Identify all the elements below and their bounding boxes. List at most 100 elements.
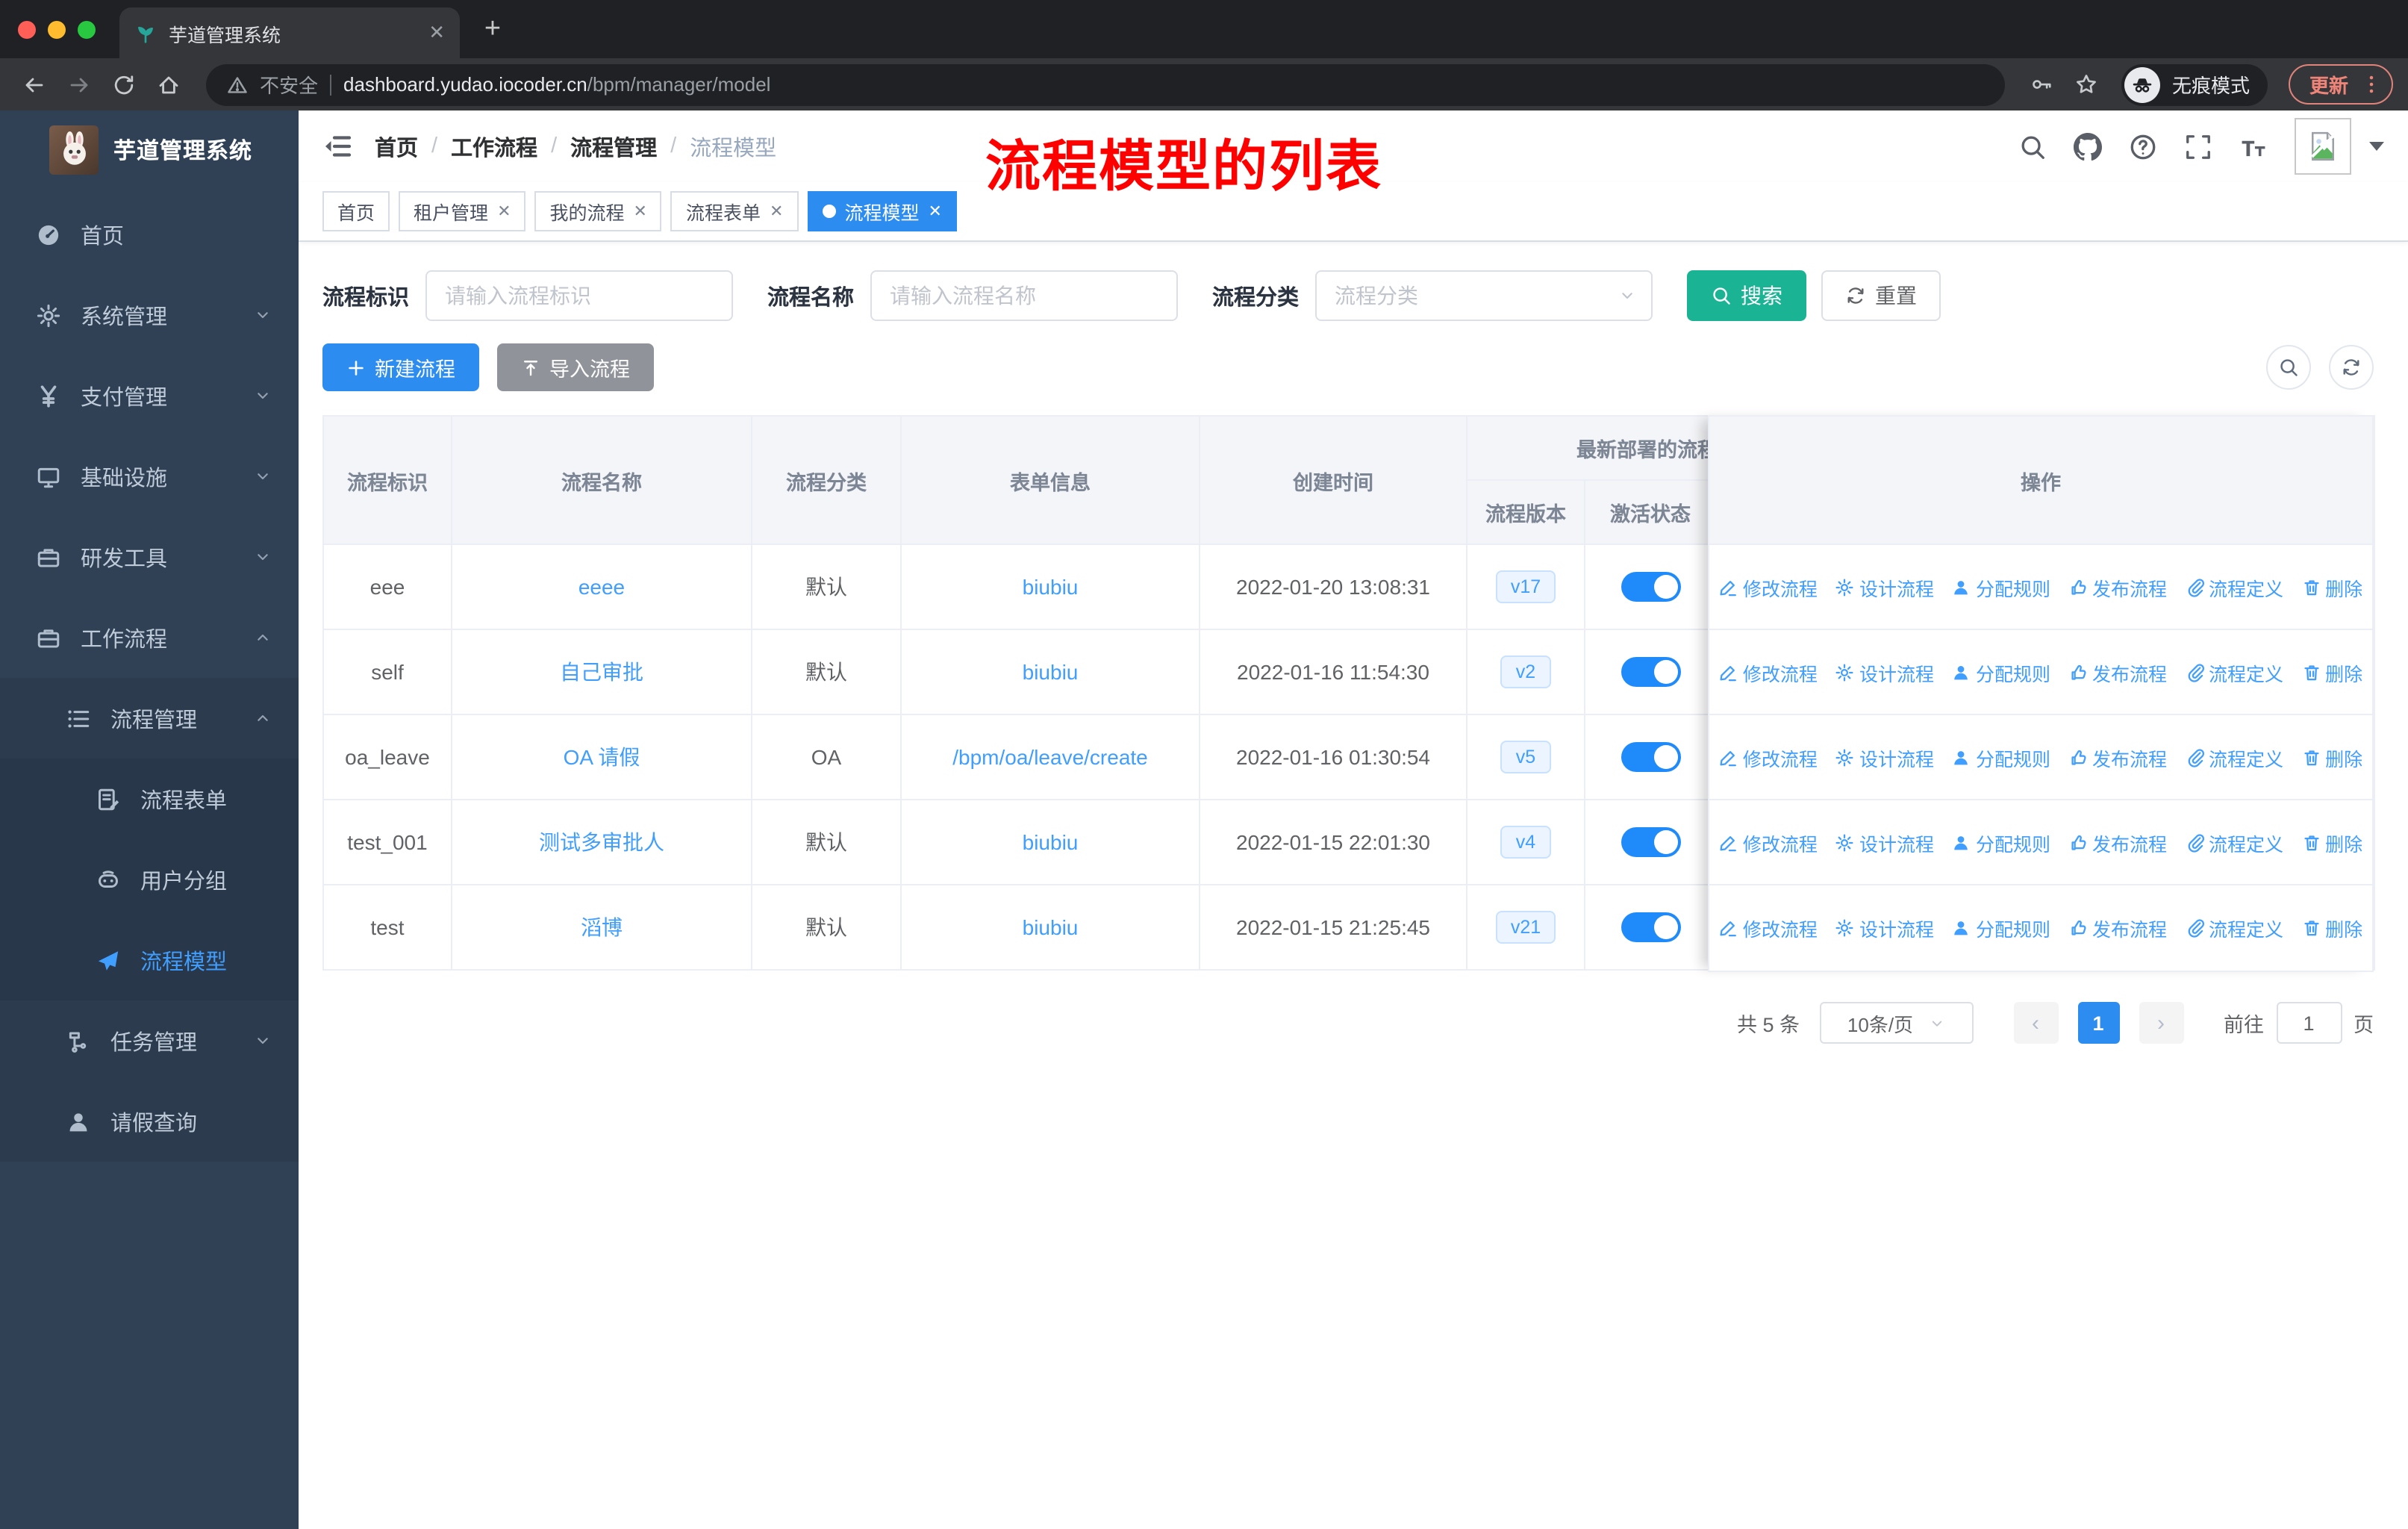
design-process-button[interactable]: 设计流程 <box>1835 658 1934 686</box>
design-process-button[interactable]: 设计流程 <box>1835 914 1934 942</box>
process-name-link[interactable]: 自己审批 <box>560 660 643 684</box>
sidebar-item-user-group[interactable]: 用户分组 <box>0 839 299 920</box>
form-info-link[interactable]: biubiu <box>1023 575 1079 599</box>
forward-icon[interactable] <box>60 65 99 104</box>
assign-rule-button[interactable]: 分配规则 <box>1952 828 2050 856</box>
sidebar-item-leave-query[interactable]: 请假查询 <box>0 1081 299 1162</box>
process-name-link[interactable]: 测试多审批人 <box>539 830 664 854</box>
toggle-search-button[interactable] <box>2266 345 2311 390</box>
delete-button[interactable]: 删除 <box>2301 743 2362 771</box>
close-window-button[interactable] <box>18 20 36 38</box>
tag-home[interactable]: 首页 <box>322 191 390 231</box>
design-process-button[interactable]: 设计流程 <box>1835 743 1934 771</box>
form-info-link[interactable]: biubiu <box>1023 660 1079 684</box>
assign-rule-button[interactable]: 分配规则 <box>1952 914 2050 942</box>
window-controls[interactable] <box>0 20 119 38</box>
tag-my-process[interactable]: 我的流程 ✕ <box>534 191 662 231</box>
password-key-icon[interactable] <box>2023 65 2062 104</box>
import-process-button[interactable]: 导入流程 <box>497 343 654 391</box>
process-definition-button[interactable]: 流程定义 <box>2185 914 2283 942</box>
create-process-button[interactable]: 新建流程 <box>322 343 479 391</box>
active-status-toggle[interactable] <box>1621 657 1680 687</box>
process-category-select[interactable]: 流程分类 <box>1315 270 1653 321</box>
reset-button[interactable]: 重置 <box>1821 270 1941 321</box>
tag-process-form[interactable]: 流程表单 ✕ <box>670 191 799 231</box>
delete-button[interactable]: 删除 <box>2301 573 2362 601</box>
sidebar-item-workflow[interactable]: 工作流程 <box>0 597 299 678</box>
active-status-toggle[interactable] <box>1621 827 1680 857</box>
process-key-input[interactable] <box>425 270 733 321</box>
search-button[interactable]: 搜索 <box>1687 270 1806 321</box>
page-size-select[interactable]: 10条/页 <box>1819 1002 1973 1044</box>
refresh-table-button[interactable] <box>2329 345 2374 390</box>
close-tag-icon[interactable]: ✕ <box>928 202 941 221</box>
publish-process-button[interactable]: 发布流程 <box>2068 658 2167 686</box>
breadcrumb-home[interactable]: 首页 <box>375 131 418 162</box>
modify-process-button[interactable]: 修改流程 <box>1719 914 1818 942</box>
browser-tab[interactable]: 芋道管理系统 ✕ <box>119 7 460 58</box>
minimize-window-button[interactable] <box>48 20 66 38</box>
breadcrumb-process-management[interactable]: 流程管理 <box>570 131 657 162</box>
url-bar[interactable]: 不安全 dashboard.yudao.iocoder.cn/bpm/manag… <box>206 63 2005 105</box>
delete-button[interactable]: 删除 <box>2301 828 2362 856</box>
sidebar-item-system-management[interactable]: 系统管理 <box>0 275 299 355</box>
active-status-toggle[interactable] <box>1621 742 1680 772</box>
form-info-link[interactable]: biubiu <box>1023 915 1079 939</box>
assign-rule-button[interactable]: 分配规则 <box>1952 743 2050 771</box>
breadcrumb-workflow[interactable]: 工作流程 <box>451 131 537 162</box>
process-name-link[interactable]: 滔博 <box>581 915 623 939</box>
collapse-sidebar-icon[interactable] <box>322 131 352 161</box>
browser-update-button[interactable]: 更新 <box>2288 64 2393 105</box>
sidebar-item-home[interactable]: 首页 <box>0 194 299 275</box>
delete-button[interactable]: 删除 <box>2301 914 2362 942</box>
modify-process-button[interactable]: 修改流程 <box>1719 743 1818 771</box>
publish-process-button[interactable]: 发布流程 <box>2068 914 2167 942</box>
process-name-link[interactable]: eeee <box>578 575 625 599</box>
process-definition-button[interactable]: 流程定义 <box>2185 573 2283 601</box>
search-icon[interactable] <box>2018 132 2047 161</box>
process-name-input[interactable] <box>870 270 1178 321</box>
sidebar-item-process-form[interactable]: 流程表单 <box>0 759 299 839</box>
bookmark-star-icon[interactable] <box>2068 65 2106 104</box>
publish-process-button[interactable]: 发布流程 <box>2068 743 2167 771</box>
process-definition-button[interactable]: 流程定义 <box>2185 658 2283 686</box>
modify-process-button[interactable]: 修改流程 <box>1719 573 1818 601</box>
avatar-caret-icon[interactable] <box>2369 142 2384 151</box>
prev-page-button[interactable]: ‹ <box>2013 1002 2058 1044</box>
process-definition-button[interactable]: 流程定义 <box>2185 743 2283 771</box>
close-tag-icon[interactable]: ✕ <box>497 202 511 221</box>
tag-process-model[interactable]: 流程模型 ✕ <box>807 191 957 231</box>
design-process-button[interactable]: 设计流程 <box>1835 573 1934 601</box>
goto-page-input[interactable] <box>2276 1002 2342 1044</box>
back-icon[interactable] <box>15 65 54 104</box>
help-icon[interactable] <box>2129 132 2157 161</box>
sidebar-item-task-management[interactable]: 任务管理 <box>0 1000 299 1081</box>
new-tab-button[interactable]: + <box>472 8 514 50</box>
tag-tenant-management[interactable]: 租户管理 ✕ <box>399 191 526 231</box>
process-definition-button[interactable]: 流程定义 <box>2185 828 2283 856</box>
publish-process-button[interactable]: 发布流程 <box>2068 573 2167 601</box>
fullscreen-icon[interactable] <box>2184 132 2212 161</box>
assign-rule-button[interactable]: 分配规则 <box>1952 573 2050 601</box>
next-page-button[interactable]: › <box>2139 1002 2183 1044</box>
github-icon[interactable] <box>2074 132 2102 161</box>
current-page-button[interactable]: 1 <box>2077 1002 2119 1044</box>
form-info-link[interactable]: biubiu <box>1023 830 1079 854</box>
close-tag-icon[interactable]: ✕ <box>634 202 647 221</box>
design-process-button[interactable]: 设计流程 <box>1835 828 1934 856</box>
user-avatar[interactable] <box>2295 118 2351 175</box>
active-status-toggle[interactable] <box>1621 912 1680 942</box>
publish-process-button[interactable]: 发布流程 <box>2068 828 2167 856</box>
reload-icon[interactable] <box>105 65 143 104</box>
delete-button[interactable]: 删除 <box>2301 658 2362 686</box>
font-size-icon[interactable] <box>2239 132 2268 161</box>
sidebar-item-infrastructure[interactable]: 基础设施 <box>0 436 299 517</box>
sidebar-item-process-management[interactable]: 流程管理 <box>0 678 299 759</box>
sidebar-item-payment-management[interactable]: 支付管理 <box>0 355 299 436</box>
close-tab-icon[interactable]: ✕ <box>428 21 445 45</box>
assign-rule-button[interactable]: 分配规则 <box>1952 658 2050 686</box>
home-icon[interactable] <box>149 65 188 104</box>
sidebar-item-process-model[interactable]: 流程模型 <box>0 920 299 1000</box>
sidebar-item-dev-tools[interactable]: 研发工具 <box>0 517 299 597</box>
process-name-link[interactable]: OA 请假 <box>564 745 640 769</box>
